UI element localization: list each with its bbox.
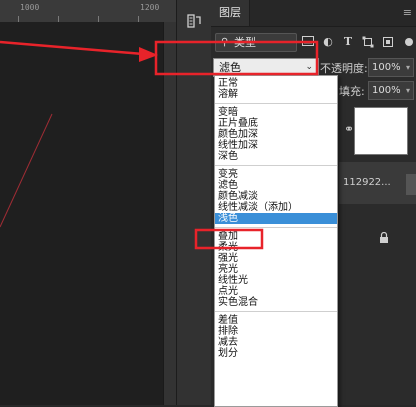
blend-mode-option[interactable]: 点光 xyxy=(215,286,337,297)
document-canvas[interactable] xyxy=(0,22,163,405)
blend-mode-option[interactable]: 差值 xyxy=(215,315,337,326)
blend-mode-option[interactable]: 叠加 xyxy=(215,231,337,242)
link-icon[interactable]: ⚭ xyxy=(344,122,354,136)
smart-object-filter-icon[interactable] xyxy=(381,36,395,48)
blend-mode-option-label: 点光 xyxy=(218,286,238,297)
dropdown-separator xyxy=(215,165,337,166)
blend-mode-option-label: 差值 xyxy=(218,315,238,326)
blend-mode-option-label: 柔光 xyxy=(218,242,238,253)
blend-mode-option[interactable]: 柔光 xyxy=(215,242,337,253)
ruler-label-1000: 1000 xyxy=(20,3,40,12)
blend-mode-option-label: 叠加 xyxy=(218,231,238,242)
filter-toggle-icon[interactable] xyxy=(402,36,416,48)
blend-mode-option-label: 浅色 xyxy=(218,213,238,224)
blend-mode-option-label: 线性光 xyxy=(218,275,248,286)
fill-value: 100% xyxy=(372,85,401,96)
blend-mode-option-label: 颜色减淡 xyxy=(218,191,258,202)
blend-mode-option-label: 深色 xyxy=(218,151,238,162)
blend-mode-option[interactable]: 线性光 xyxy=(215,275,337,286)
ruler-label-1200: 1200 xyxy=(140,3,160,12)
vertical-scrollbar[interactable] xyxy=(163,22,176,405)
blend-mode-option-label: 溶解 xyxy=(218,89,238,100)
dropdown-separator xyxy=(215,311,337,312)
blend-mode-option[interactable]: 浅色 xyxy=(215,213,337,224)
panel-tabbar: 图层 ≡ xyxy=(211,0,416,27)
tab-layers[interactable]: 图层 xyxy=(211,0,250,26)
chevron-down-icon: ▾ xyxy=(405,63,410,72)
blend-mode-dropdown: 正常 溶解变暗 正片叠底 颜色加深 线性加深 深色变亮 滤色 颜色减淡 线性减淡（添加） 浅色叠加… xyxy=(214,75,338,407)
blend-mode-option[interactable]: 正片叠底 xyxy=(215,118,337,129)
text-filter-icon[interactable]: T xyxy=(341,36,355,48)
blend-mode-option[interactable]: 亮光 xyxy=(215,264,337,275)
blend-mode-option-label: 亮光 xyxy=(218,264,238,275)
blend-mode-option-label: 变亮 xyxy=(218,169,238,180)
shape-filter-icon[interactable] xyxy=(361,36,375,48)
collapsed-panel-strip xyxy=(176,0,212,405)
lock-icon xyxy=(379,231,389,246)
blend-mode-option-label: 强光 xyxy=(218,253,238,264)
layer-name: 112922... xyxy=(343,177,391,188)
blend-mode-option[interactable]: 颜色加深 xyxy=(215,129,337,140)
blend-mode-option-label: 滤色 xyxy=(218,180,238,191)
fill-field[interactable]: 100% ▾ xyxy=(368,81,414,100)
blend-mode-option[interactable]: 线性减淡（添加） xyxy=(215,202,337,213)
opacity-field[interactable]: 100% ▾ xyxy=(368,58,414,77)
blend-mode-option[interactable]: 划分 xyxy=(215,348,337,359)
canvas-area[interactable]: 1000 1200 xyxy=(0,0,176,405)
dropdown-separator xyxy=(215,227,337,228)
blend-mode-option[interactable]: 深色 xyxy=(215,151,337,162)
search-icon: ⚲ xyxy=(221,37,229,48)
layer-mask-thumbnail[interactable] xyxy=(354,107,408,155)
fill-label: 填充: xyxy=(339,85,365,98)
blend-mode-option-label: 划分 xyxy=(218,348,238,359)
blend-mode-option[interactable]: 颜色减淡 xyxy=(215,191,337,202)
adjustment-filter-icon[interactable]: ◐ xyxy=(321,36,335,48)
blend-mode-option[interactable]: 减去 xyxy=(215,337,337,348)
blend-mode-option[interactable]: 溶解 xyxy=(215,89,337,100)
filter-kind-label: 类型 xyxy=(234,36,256,49)
blend-mode-option-label: 实色混合 xyxy=(218,297,258,308)
blend-mode-option[interactable]: 强光 xyxy=(215,253,337,264)
chevron-down-icon: ▾ xyxy=(405,86,410,95)
blend-mode-option[interactable]: 实色混合 xyxy=(215,297,337,308)
opacity-value: 100% xyxy=(372,62,401,73)
history-panel-icon[interactable] xyxy=(185,12,203,30)
blend-mode-option[interactable]: 滤色 xyxy=(215,180,337,191)
blend-mode-value: 滤色 xyxy=(219,61,241,74)
layer-row[interactable]: 112922... xyxy=(339,162,416,204)
filter-kind-select[interactable]: ⚲ 类型 xyxy=(215,33,297,52)
blend-mode-option[interactable]: 线性加深 xyxy=(215,140,337,151)
blend-mode-option[interactable]: 排除 xyxy=(215,326,337,337)
blend-mode-option-label: 正片叠底 xyxy=(218,118,258,129)
blend-mode-option-label: 排除 xyxy=(218,326,238,337)
blend-mode-option[interactable]: 变暗 xyxy=(215,107,337,118)
blend-mode-option-label: 线性减淡（添加） xyxy=(218,202,298,213)
panel-menu-icon[interactable]: ≡ xyxy=(403,6,412,19)
image-filter-icon[interactable] xyxy=(301,36,315,48)
blend-mode-option-label: 减去 xyxy=(218,337,238,348)
horizontal-ruler: 1000 1200 xyxy=(0,0,176,23)
dropdown-separator xyxy=(215,103,337,104)
opacity-label: 不透明度: xyxy=(320,62,368,75)
blend-mode-option[interactable]: 正常 xyxy=(215,78,337,89)
canvas-light-streak xyxy=(0,113,53,228)
blend-mode-option-label: 变暗 xyxy=(218,107,238,118)
layer-filter-row: ⚲ 类型 ◐ T xyxy=(211,30,416,54)
layer-scroll-handle[interactable] xyxy=(406,174,416,195)
blend-mode-option-label: 颜色加深 xyxy=(218,129,258,140)
blend-mode-option-label: 线性加深 xyxy=(218,140,258,151)
blend-mode-option-label: 正常 xyxy=(218,78,238,89)
blend-mode-option[interactable]: 变亮 xyxy=(215,169,337,180)
chevron-down-icon: ⌄ xyxy=(305,62,313,72)
